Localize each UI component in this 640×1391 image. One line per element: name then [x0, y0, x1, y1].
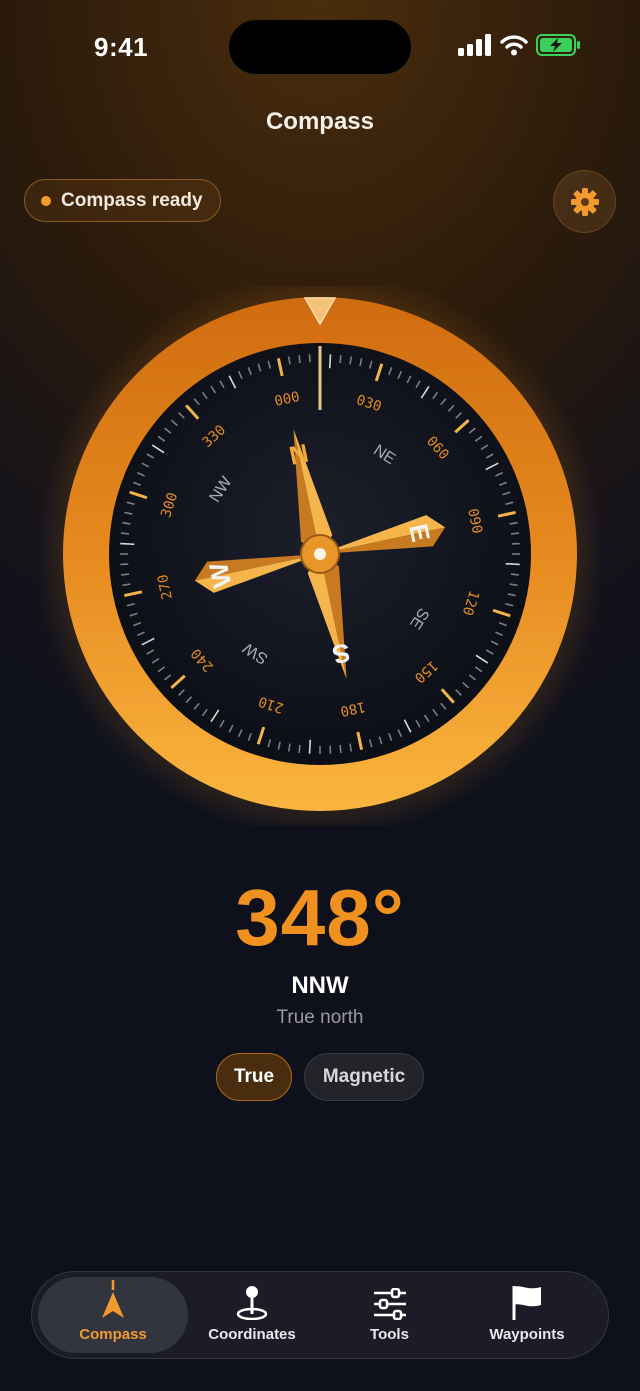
tab-waypoints[interactable]: Waypoints — [457, 1277, 597, 1353]
settings-button[interactable] — [553, 170, 616, 233]
tab-compass[interactable]: Compass — [38, 1277, 188, 1353]
compass-tick — [121, 573, 130, 576]
magnetic-north-button[interactable]: Magnetic — [304, 1053, 424, 1101]
compass-tick — [339, 744, 342, 753]
status-icons — [458, 34, 582, 56]
tab-label: Coordinates — [208, 1326, 296, 1343]
heading-degrees: 348° — [235, 873, 405, 962]
compass-needle-icon — [102, 1280, 124, 1318]
status-dot — [41, 195, 51, 206]
battery-charging-icon — [536, 34, 580, 56]
page-title: Compass — [265, 108, 375, 135]
compass-tick — [510, 573, 519, 576]
sliders-icon — [373, 1288, 406, 1320]
tab-label: Tools — [370, 1326, 409, 1343]
tab-label: Compass — [79, 1326, 147, 1343]
compass-tick — [510, 532, 519, 535]
north-mode-toggle: True Magnetic — [0, 1053, 640, 1101]
compass-tick — [328, 354, 332, 369]
signal-icon — [458, 34, 491, 56]
compass-tick — [505, 562, 520, 566]
compass-tick — [339, 355, 342, 364]
heading-reference: True north — [276, 1007, 364, 1028]
gear-icon — [570, 187, 599, 216]
compass-tick — [298, 744, 301, 753]
compass-tick — [298, 355, 301, 364]
status-time: 9:41 — [94, 32, 149, 62]
compass-tick — [121, 532, 130, 535]
map-pin-icon — [236, 1286, 268, 1320]
tab-coordinates[interactable]: Coordinates — [182, 1277, 322, 1353]
dynamic-island — [229, 20, 411, 74]
compass-svg: 000 030060090120150180210240270300330 NES… — [35, 269, 605, 839]
wifi-icon — [500, 35, 528, 56]
tab-label: Waypoints — [489, 1326, 565, 1343]
status-bar: 9:41 — [0, 0, 640, 96]
compass-status-badge: Compass ready — [24, 179, 221, 222]
compass-tick — [120, 542, 135, 546]
true-north-button[interactable]: True — [216, 1053, 292, 1101]
compass-tick — [308, 739, 312, 754]
flag-icon — [512, 1286, 541, 1320]
tab-tools[interactable]: Tools — [322, 1277, 457, 1353]
compass-dial: 000 030 060 090 120 150 180 210 240 270 300 330 NE S… — [35, 269, 605, 839]
heading-direction: NNW — [291, 972, 349, 999]
status-label: Compass ready — [61, 189, 203, 211]
tab-bar: Compass Coordinates Tools Waypoints — [31, 1271, 609, 1359]
